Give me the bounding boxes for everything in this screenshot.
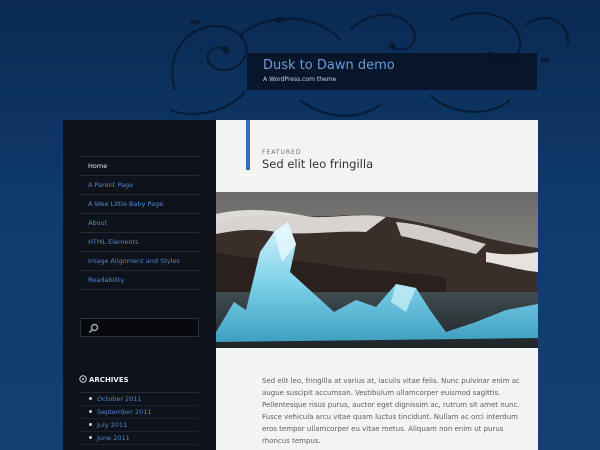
menu-item-baby-page[interactable]: A Wee Little Baby Page	[80, 195, 199, 214]
menu-item-about[interactable]: About	[80, 214, 199, 233]
bullet-icon	[89, 423, 92, 426]
post-title[interactable]: Sed elit leo fringilla	[262, 157, 373, 171]
archives-heading: ARCHIVES	[79, 375, 129, 384]
main-content: FEATURED Sed elit leo fringilla Sed elit…	[216, 120, 538, 450]
site-header: Dusk to Dawn demo A WordPress.com theme	[247, 53, 537, 90]
menu-item-home[interactable]: Home	[80, 156, 199, 176]
archives-heading-label: ARCHIVES	[89, 376, 129, 384]
main-menu: Home A Parent Page A Wee Little Baby Pag…	[80, 156, 199, 290]
archive-item-label[interactable]: September 2011	[97, 408, 152, 416]
archive-item-label[interactable]: June 2011	[97, 434, 130, 442]
archive-item-label[interactable]: October 2011	[97, 395, 142, 403]
archive-icon	[79, 375, 87, 383]
search-input[interactable]	[80, 318, 199, 337]
menu-item-readability[interactable]: Readability	[80, 271, 199, 290]
featured-accent-bar	[246, 120, 250, 170]
archive-item-label[interactable]: July 2011	[97, 421, 127, 429]
featured-image[interactable]	[216, 192, 538, 348]
search-icon	[88, 323, 99, 334]
site-title[interactable]: Dusk to Dawn demo	[263, 58, 395, 73]
post-excerpt: Sed elit leo, fringilla at varius at, ia…	[262, 377, 520, 445]
menu-item-image-alignment[interactable]: Image Alignment and Styles	[80, 252, 199, 271]
archives-list: October 2011 September 2011 July 2011 Ju…	[80, 392, 199, 445]
sidebar: Home A Parent Page A Wee Little Baby Pag…	[63, 120, 216, 450]
featured-label: FEATURED	[262, 149, 302, 156]
site-description: A WordPress.com theme	[263, 76, 337, 83]
menu-item-html-elements[interactable]: HTML Elements	[80, 233, 199, 252]
bullet-icon	[89, 397, 92, 400]
menu-item-parent-page[interactable]: A Parent Page	[80, 176, 199, 195]
bullet-icon	[89, 410, 92, 413]
archive-item[interactable]: June 2011	[80, 432, 199, 445]
bullet-icon	[89, 436, 92, 439]
archive-item[interactable]: September 2011	[80, 406, 199, 419]
archive-item[interactable]: July 2011	[80, 419, 199, 432]
archive-item[interactable]: October 2011	[80, 393, 199, 406]
